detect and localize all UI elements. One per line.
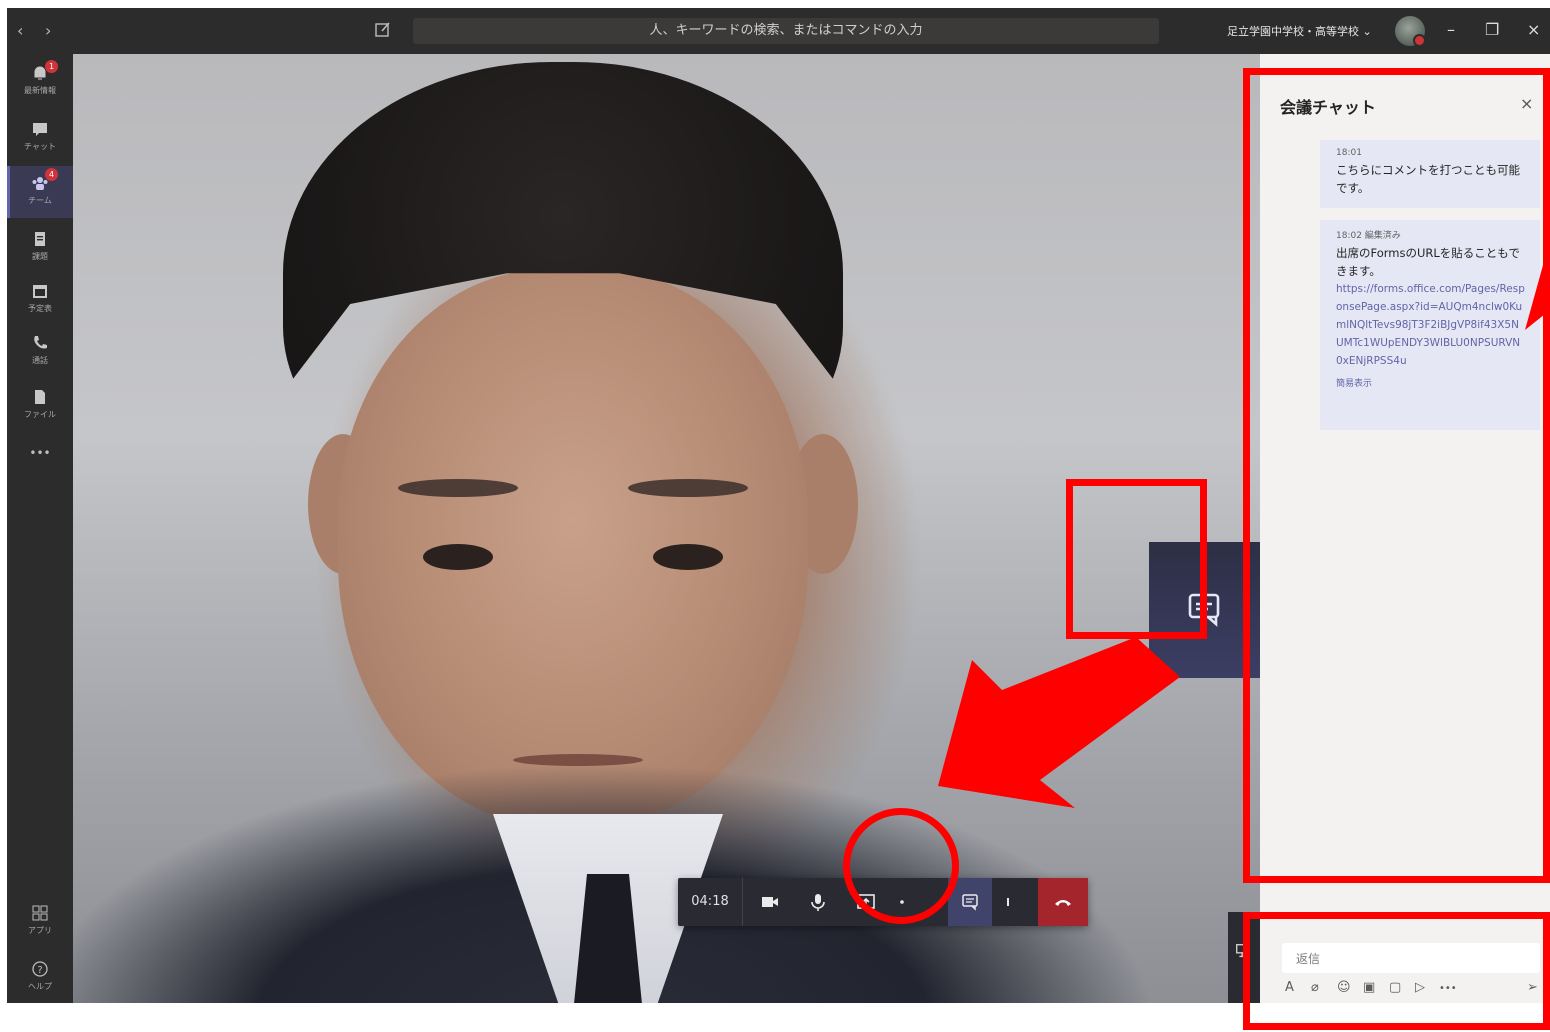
participant-face <box>338 269 808 829</box>
title-bar: ‹ › 人、キーワードの検索、またはコマンドの入力 足立学園中学校・高等学校 ⌄… <box>7 8 1550 54</box>
rail-activity[interactable]: 1 最新情報 <box>7 60 73 108</box>
rail-label: 通話 <box>32 356 48 365</box>
participant-brow-right <box>628 479 748 497</box>
mic-button[interactable] <box>796 878 840 926</box>
chat-icon <box>962 894 978 911</box>
rail-label: チャット <box>24 142 56 151</box>
rail-label: チーム <box>28 196 52 205</box>
back-button[interactable]: ‹ <box>17 21 23 40</box>
annotation-box-reply <box>1243 912 1550 1030</box>
participants-icon <box>1007 898 1009 906</box>
annotation-circle-chat-button <box>843 808 959 924</box>
app-rail: 1 最新情報 チャット 4 チーム 課題 予定表 通話 ファイル ••• アプリ… <box>7 54 73 1003</box>
hang-up-button[interactable] <box>1038 878 1088 926</box>
search-input[interactable]: 人、キーワードの検索、またはコマンドの入力 <box>413 18 1159 44</box>
apps-icon <box>32 905 48 921</box>
rail-help[interactable]: ? ヘルプ <box>7 960 73 992</box>
rail-calls[interactable]: 通話 <box>7 334 73 378</box>
rail-more[interactable]: ••• <box>7 446 73 466</box>
rail-label: 予定表 <box>28 304 52 313</box>
teams-badge: 4 <box>45 168 58 181</box>
hang-up-icon <box>1055 900 1071 906</box>
participant-brow-left <box>398 479 518 497</box>
file-icon <box>35 390 45 404</box>
annotation-box-chat-tile <box>1066 479 1207 639</box>
close-window-button[interactable]: × <box>1527 20 1540 39</box>
rail-teams[interactable]: 4 チーム <box>7 166 73 218</box>
rail-chat[interactable]: チャット <box>7 120 73 164</box>
video-camera-icon <box>762 897 778 907</box>
rail-label: ファイル <box>24 410 56 419</box>
maximize-button[interactable]: ❐ <box>1485 20 1499 39</box>
camera-button[interactable] <box>748 878 792 926</box>
activity-badge: 1 <box>45 60 58 73</box>
rail-calendar[interactable]: 予定表 <box>7 282 73 326</box>
minimize-button[interactable]: – <box>1447 20 1455 39</box>
rail-label: アプリ <box>28 926 52 935</box>
forward-button[interactable]: › <box>45 21 51 40</box>
rail-label: 最新情報 <box>24 86 56 95</box>
new-chat-icon[interactable] <box>373 20 393 40</box>
rail-label: ヘルプ <box>28 982 52 991</box>
org-switcher[interactable]: 足立学園中学校・高等学校 ⌄ <box>1227 23 1372 39</box>
participant-eye-right <box>653 544 723 570</box>
rail-label: 課題 <box>32 252 48 261</box>
rail-files[interactable]: ファイル <box>7 388 73 432</box>
svg-text:?: ? <box>37 965 42 976</box>
microphone-icon <box>811 894 825 911</box>
participants-button[interactable] <box>998 878 1028 926</box>
chat-icon <box>33 123 47 136</box>
calendar-icon <box>33 285 47 298</box>
annotation-box-chat-panel <box>1243 68 1550 883</box>
avatar[interactable] <box>1395 16 1426 47</box>
assignments-icon <box>35 232 45 246</box>
call-timer: 04:18 <box>678 878 743 926</box>
rail-apps[interactable]: アプリ <box>7 904 73 936</box>
phone-icon <box>34 336 47 349</box>
help-icon: ? <box>32 961 48 977</box>
participant-eye-left <box>423 544 493 570</box>
rail-assignments[interactable]: 課題 <box>7 230 73 274</box>
